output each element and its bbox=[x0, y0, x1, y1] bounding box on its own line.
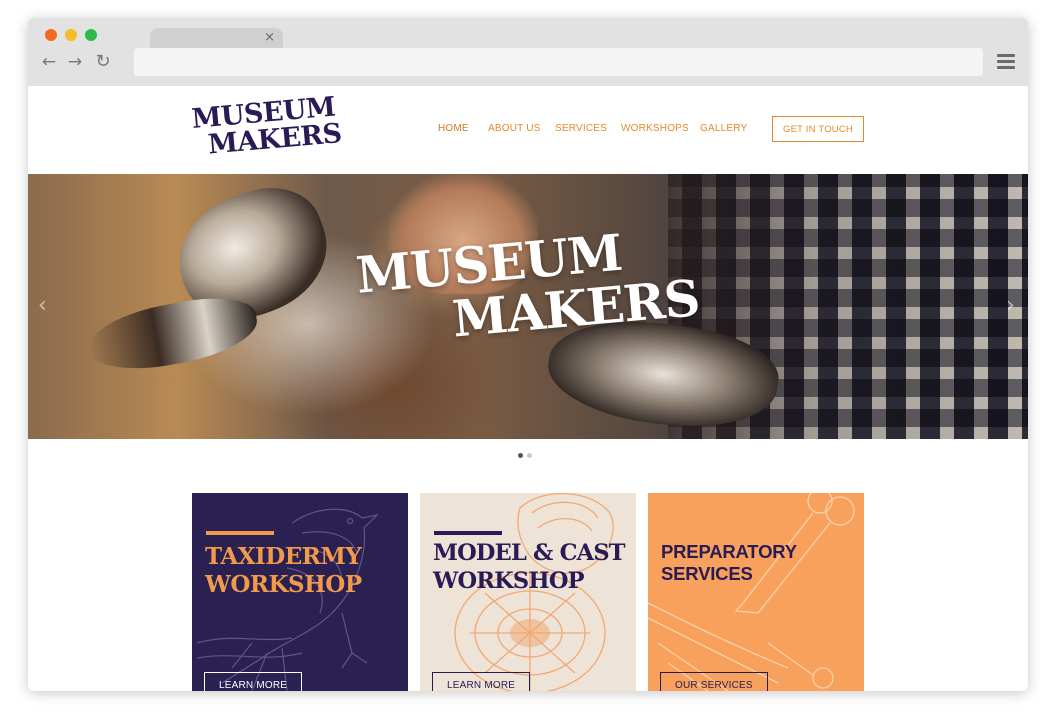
card-title-line-1: MODEL & CAST bbox=[433, 540, 626, 566]
back-arrow-icon[interactable]: ← bbox=[40, 53, 58, 71]
card-title-line-1: TAXIDERMY bbox=[205, 543, 362, 570]
close-window-button[interactable] bbox=[45, 29, 57, 41]
slider-dot-2[interactable] bbox=[527, 453, 532, 458]
learn-more-button[interactable]: LEARN MORE bbox=[204, 672, 303, 691]
site-logo[interactable]: MUSEUM MAKERS bbox=[190, 92, 356, 168]
address-bar[interactable] bbox=[134, 48, 983, 76]
chevron-right-icon[interactable]: › bbox=[1006, 294, 1015, 318]
nav-item-services[interactable]: SERVICES bbox=[555, 123, 607, 134]
close-icon[interactable]: × bbox=[264, 30, 275, 46]
card-title: PREPARATORY SERVICES bbox=[661, 541, 797, 585]
maximize-window-button[interactable] bbox=[85, 29, 97, 41]
slider-dots bbox=[518, 445, 548, 458]
hamburger-menu-icon[interactable] bbox=[997, 54, 1015, 70]
card-title-line-2: WORKSHOP bbox=[205, 571, 362, 598]
nav-item-workshops[interactable]: WORKSHOPS bbox=[621, 123, 689, 134]
card-accent-rule bbox=[434, 531, 502, 535]
nav-item-about-us[interactable]: ABOUT US bbox=[488, 123, 541, 134]
hero-slider: MUSEUM MAKERS ‹ › bbox=[28, 174, 1028, 439]
card-preparatory-services[interactable]: PREPARATORY SERVICES OUR SERVICES bbox=[648, 493, 864, 691]
minimize-window-button[interactable] bbox=[65, 29, 77, 41]
browser-window: × ← → ↻ MUSEUM MAKERS HOME ABOUT US SERV… bbox=[28, 18, 1028, 691]
card-model-cast-workshop[interactable]: MODEL & CAST WORKSHOP LEARN MORE bbox=[420, 493, 636, 691]
reload-icon[interactable]: ↻ bbox=[94, 53, 112, 71]
card-title-line-1: PREPARATORY bbox=[661, 541, 797, 562]
forward-arrow-icon[interactable]: → bbox=[66, 53, 84, 71]
card-accent-rule bbox=[206, 531, 274, 535]
learn-more-button[interactable]: LEARN MORE bbox=[432, 672, 531, 691]
slider-dot-1[interactable] bbox=[518, 453, 523, 458]
nav-item-gallery[interactable]: GALLERY bbox=[700, 123, 747, 134]
card-title: TAXIDERMY WORKSHOP bbox=[205, 543, 362, 599]
card-taxidermy-workshop[interactable]: TAXIDERMY WORKSHOP LEARN MORE bbox=[192, 493, 408, 691]
chevron-left-icon[interactable]: ‹ bbox=[38, 294, 47, 318]
scissors-engraving-illustration bbox=[648, 493, 855, 691]
browser-chrome: × ← → ↻ bbox=[28, 18, 1028, 86]
site-header: MUSEUM MAKERS HOME ABOUT US SERVICES WOR… bbox=[28, 86, 1028, 174]
nav-item-home[interactable]: HOME bbox=[438, 123, 469, 134]
hero-photo-bird-wing bbox=[84, 289, 262, 379]
card-title-line-2: WORKSHOP bbox=[433, 568, 585, 594]
card-title-line-2: SERVICES bbox=[661, 563, 753, 584]
get-in-touch-button[interactable]: GET IN TOUCH bbox=[772, 116, 864, 142]
our-services-button[interactable]: OUR SERVICES bbox=[660, 672, 768, 691]
card-title: MODEL & CAST WORKSHOP bbox=[433, 539, 626, 595]
browser-tab[interactable]: × bbox=[150, 28, 283, 50]
